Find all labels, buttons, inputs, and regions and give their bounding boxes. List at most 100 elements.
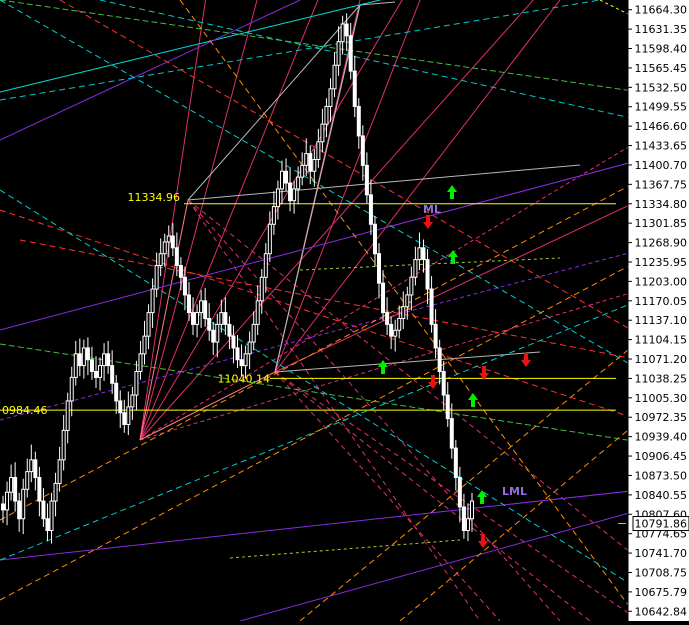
candle-body: [162, 241, 167, 255]
trend-line: [139, 0, 403, 441]
candle-body: [138, 353, 143, 372]
candle-body: [9, 477, 14, 493]
y-tick-label: 10906.45: [635, 450, 688, 463]
y-tick-label: 11235.95: [635, 256, 688, 269]
lml-label: LML: [502, 485, 527, 498]
candle-body: [93, 370, 98, 378]
ml-label: ML: [423, 203, 441, 216]
candle-body: [425, 259, 430, 290]
drawing-tools: [0, 0, 641, 622]
y-tick-label: 10972.35: [635, 411, 688, 424]
candle-body: [170, 235, 175, 249]
candle-body: [37, 477, 42, 502]
candle-body: [437, 347, 442, 372]
chart-root: 11334.96 11040.14 0984.46 ML LML 11664.30 1163…: [0, 0, 689, 622]
candle-body: [98, 365, 103, 378]
candlestick-chart: 11334.96 11040.14 0984.46 ML LML 11664.30 1163…: [0, 0, 689, 622]
trend-line: [299, 339, 641, 622]
y-tick-label: 10939.40: [635, 431, 688, 444]
candle-body: [259, 276, 264, 302]
y-tick-label: 11170.05: [635, 295, 688, 308]
candle-body: [45, 518, 50, 532]
candle-body: [267, 223, 272, 255]
trend-line: [0, 0, 641, 93]
candle-body: [73, 353, 78, 378]
candle-body: [284, 170, 289, 184]
candle-body: [5, 491, 10, 511]
candle-body: [85, 347, 90, 361]
y-tick-label: 10642.84: [635, 605, 688, 618]
candle-body: [17, 500, 22, 520]
candle-body: [377, 253, 382, 284]
y-tick-label: 10708.75: [635, 566, 688, 579]
candle-body: [142, 335, 147, 355]
candle-body: [461, 506, 466, 532]
candle-body: [372, 223, 377, 255]
candle-body: [433, 323, 438, 349]
candle-body: [300, 164, 305, 178]
y-tick-label: 11268.90: [635, 237, 688, 250]
candle-body: [405, 294, 410, 308]
candle-body: [203, 300, 208, 319]
candle-body: [154, 264, 159, 290]
y-tick-label: 11466.60: [635, 120, 688, 133]
trend-line: [0, 179, 641, 521]
candle-body: [227, 323, 232, 337]
y-tick-label: 11203.00: [635, 275, 688, 288]
candle-body: [174, 247, 179, 266]
y-tick-label: 10840.55: [635, 489, 688, 502]
candle-body: [465, 518, 470, 532]
trend-line: [274, 371, 591, 622]
candle-body: [13, 477, 18, 502]
candle-body: [158, 253, 163, 266]
candle-body: [364, 164, 369, 196]
candle-body: [304, 153, 309, 166]
y-tick-label: 10675.79: [635, 586, 688, 599]
candle-body: [356, 105, 361, 137]
up-arrow-icon: [448, 250, 458, 264]
candle-body: [409, 276, 414, 296]
candle-body: [235, 347, 240, 361]
y-tick-label: 10741.70: [635, 547, 688, 560]
down-arrow-icon: [428, 375, 438, 389]
candle-body: [219, 312, 224, 325]
candle-body: [215, 323, 220, 343]
trend-line: [0, 189, 641, 591]
candle-body: [231, 335, 236, 349]
candle-body: [328, 88, 333, 107]
y-tick-label: 11038.25: [635, 372, 688, 385]
candle-body: [352, 70, 357, 107]
y-tick-label: 11367.75: [635, 178, 688, 191]
down-arrow-icon: [478, 534, 488, 548]
pivot-high-label: 11334.96: [128, 191, 181, 204]
up-arrow-icon: [477, 490, 487, 504]
candle-body: [255, 300, 260, 325]
y-tick-label: 11137.10: [635, 314, 688, 327]
candle-body: [211, 329, 216, 343]
candle-body: [393, 329, 398, 337]
candle-body: [340, 23, 345, 43]
trend-line: [0, 0, 601, 101]
candle-body: [191, 312, 196, 325]
candle-body: [106, 353, 111, 367]
candle-body: [33, 459, 38, 479]
candle-body: [429, 288, 434, 325]
candle-body: [102, 353, 107, 367]
candle-body: [348, 35, 353, 72]
candle-body: [49, 500, 54, 532]
y-tick-label: 11400.70: [635, 159, 688, 172]
candle-body: [296, 176, 301, 190]
candle-body: [385, 312, 390, 325]
trend-line: [0, 209, 641, 421]
y-tick-label: 11433.65: [635, 140, 688, 153]
candle-body: [239, 359, 244, 367]
candle-body: [271, 206, 276, 225]
trend-line: [187, 164, 581, 201]
candle-body: [336, 41, 341, 66]
y-tick-label: 11631.35: [635, 23, 688, 36]
trend-line: [274, 371, 501, 622]
candle-body: [316, 141, 321, 160]
candle-body: [401, 306, 406, 319]
candle-body: [449, 418, 454, 449]
candle-body: [89, 359, 94, 372]
